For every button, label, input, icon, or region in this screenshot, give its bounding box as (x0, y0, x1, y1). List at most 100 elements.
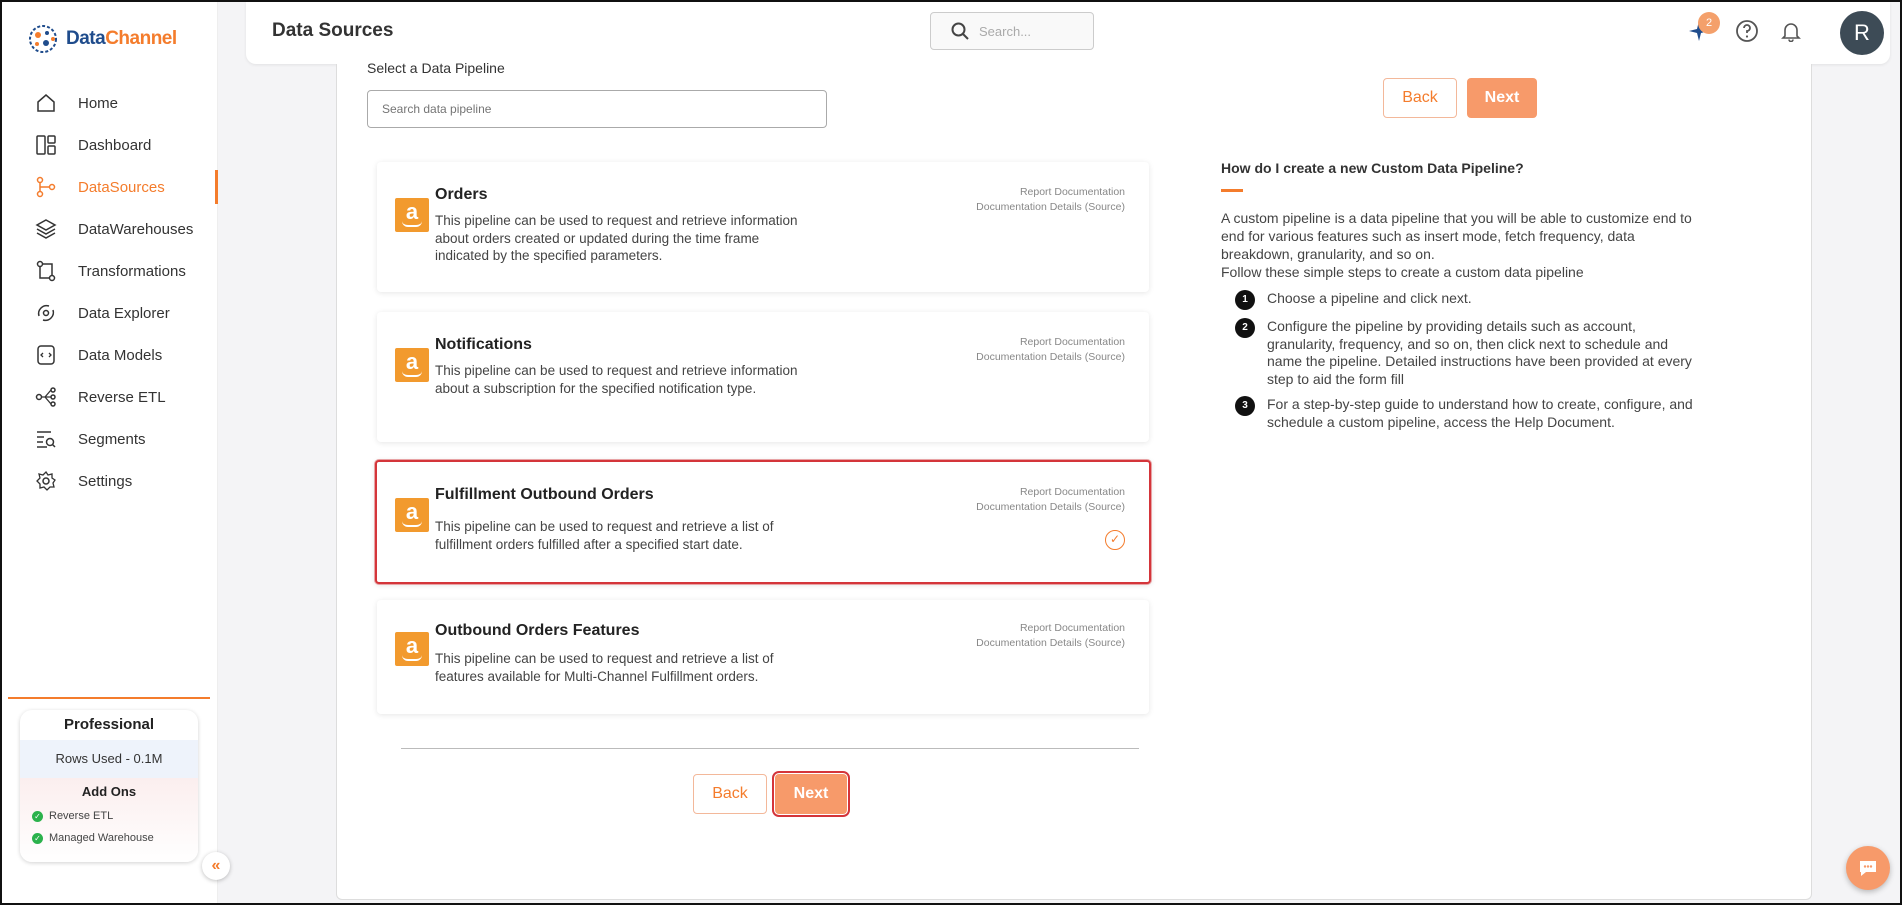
chat-support-button[interactable] (1846, 846, 1890, 890)
pipeline-description: This pipeline can be used to request and… (435, 651, 774, 684)
sidebar-nav: Home Dashboard DataSources DataWarehouse… (2, 82, 218, 502)
notification-badge: 2 (1698, 12, 1720, 34)
sidebar-item-home[interactable]: Home (2, 82, 218, 124)
help-title: How do I create a new Custom Data Pipeli… (1221, 160, 1524, 176)
sidebar-item-label: Settings (78, 472, 133, 490)
report-documentation-link[interactable]: Report Documentation (1020, 186, 1125, 198)
chat-icon (1860, 861, 1876, 876)
pipeline-card-fulfillment-outbound-orders[interactable]: a Fulfillment Outbound Orders This pipel… (375, 460, 1151, 584)
amazon-logo-icon: a (395, 498, 429, 532)
sidebar-item-transformations[interactable]: Transformations (2, 250, 218, 292)
check-circle-icon: ✓ (32, 810, 43, 822)
help-step: 1 Choose a pipeline and click next. (1235, 290, 1705, 310)
search-icon (951, 22, 969, 40)
brand-name-part1: Data (66, 28, 106, 49)
sidebar-item-datasources[interactable]: DataSources (2, 166, 218, 208)
header-search-input[interactable]: Search... (930, 12, 1094, 50)
step-text: Configure the pipeline by providing deta… (1267, 318, 1692, 387)
user-avatar[interactable]: R (1840, 11, 1884, 55)
sidebar-item-reverse-etl[interactable]: Reverse ETL (2, 376, 218, 418)
report-documentation-link[interactable]: Report Documentation (1020, 336, 1125, 348)
sidebar-divider (8, 697, 210, 699)
pipeline-description: This pipeline can be used to request and… (435, 363, 798, 396)
models-icon (34, 343, 58, 367)
amazon-logo-icon: a (395, 632, 429, 666)
pipeline-name: Outbound Orders Features (435, 622, 640, 639)
sidebar-item-label: Dashboard (78, 136, 152, 154)
sidebar-item-label: Data Explorer (78, 304, 170, 322)
report-documentation-link[interactable]: Report Documentation (1020, 622, 1125, 634)
next-button-top[interactable]: Next (1467, 78, 1537, 118)
gear-icon (34, 469, 58, 493)
sidebar-item-label: Data Models (78, 346, 163, 364)
plan-title: Professional (63, 716, 155, 733)
collapse-sidebar-button[interactable]: « (202, 852, 230, 880)
double-chevron-left-icon: « (211, 857, 221, 874)
rows-used: Rows Used - 0.1M (20, 740, 198, 778)
notifications-button[interactable] (1776, 16, 1806, 46)
main-content-card: Select a Data Pipeline Back Next a Order… (336, 60, 1812, 900)
step-number: 2 (1235, 318, 1255, 338)
back-button-top[interactable]: Back (1383, 78, 1457, 118)
pipeline-card-orders[interactable]: a Orders This pipeline can be used to re… (377, 162, 1149, 292)
brand-name-part2: Channel (105, 28, 177, 49)
addon-label: Managed Warehouse (49, 832, 154, 844)
sidebar-item-label: Home (78, 94, 119, 112)
back-button-bottom[interactable]: Back (693, 774, 767, 814)
documentation-details-link[interactable]: Documentation Details (Source) (976, 351, 1125, 363)
dashboard-icon (34, 133, 58, 157)
addons-section: Add Ons ✓ Reverse ETL ✓ Managed Warehous… (20, 778, 198, 862)
bell-icon (1781, 23, 1801, 42)
help-intro-text-2: Follow these simple steps to create a cu… (1221, 264, 1584, 280)
addons-title: Add Ons (81, 784, 137, 799)
help-button[interactable] (1732, 16, 1762, 46)
explorer-icon (34, 301, 58, 325)
step-text: For a step-by-step guide to understand h… (1267, 396, 1693, 430)
reverse-etl-icon (34, 385, 58, 409)
pipeline-card-notifications[interactable]: a Notifications This pipeline can be use… (377, 312, 1149, 442)
divider (401, 748, 1139, 749)
select-pipeline-label: Select a Data Pipeline (367, 60, 505, 76)
home-icon (34, 91, 58, 115)
addon-item: ✓ Reverse ETL (20, 805, 198, 827)
pipeline-description: This pipeline can be used to request and… (435, 519, 774, 552)
help-step: 2 Configure the pipeline by providing de… (1235, 318, 1705, 388)
documentation-details-link[interactable]: Documentation Details (Source) (976, 501, 1125, 513)
sidebar-item-segments[interactable]: Segments (2, 418, 218, 460)
step-number: 3 (1235, 396, 1255, 416)
layers-icon (34, 217, 58, 241)
sidebar-item-label: Segments (78, 430, 146, 448)
sidebar-item-dashboard[interactable]: Dashboard (2, 124, 218, 166)
documentation-details-link[interactable]: Documentation Details (Source) (976, 637, 1125, 649)
sidebar-item-data-explorer[interactable]: Data Explorer (2, 292, 218, 334)
amazon-logo-icon: a (395, 348, 429, 382)
datasources-icon (34, 175, 58, 199)
pipeline-search-input[interactable] (367, 90, 827, 128)
sidebar-item-label: DataWarehouses (78, 220, 194, 238)
sidebar: DataChannel Home Dashboard DataSources D… (2, 2, 218, 903)
pipeline-name: Notifications (435, 336, 532, 353)
help-step: 3 For a step-by-step guide to understand… (1235, 396, 1705, 431)
report-documentation-link[interactable]: Report Documentation (1020, 486, 1125, 498)
sidebar-item-data-models[interactable]: Data Models (2, 334, 218, 376)
check-circle-icon: ✓ (32, 832, 43, 844)
pipeline-card-outbound-orders-features[interactable]: a Outbound Orders Features This pipeline… (377, 600, 1149, 714)
page-title: Data Sources (272, 20, 394, 41)
help-circle-icon (1736, 20, 1758, 42)
brand-logo[interactable]: DataChannel (26, 22, 177, 56)
next-button-bottom[interactable]: Next (772, 771, 850, 817)
top-header: Data Sources Search... 2 R (246, 2, 1890, 64)
amazon-logo-icon: a (395, 198, 429, 232)
help-intro-text: A custom pipeline is a data pipeline tha… (1221, 210, 1692, 262)
pipeline-name: Fulfillment Outbound Orders (435, 486, 654, 503)
pipeline-name: Orders (435, 186, 488, 203)
search-placeholder: Search... (979, 23, 1032, 39)
sidebar-item-datawarehouses[interactable]: DataWarehouses (2, 208, 218, 250)
documentation-details-link[interactable]: Documentation Details (Source) (976, 201, 1125, 213)
addon-label: Reverse ETL (49, 810, 114, 822)
addon-item: ✓ Managed Warehouse (20, 827, 198, 849)
sidebar-item-settings[interactable]: Settings (2, 460, 218, 502)
selected-check-icon: ✓ (1105, 530, 1125, 550)
sidebar-item-label: Transformations (78, 262, 186, 280)
sidebar-item-label: Reverse ETL (78, 388, 166, 406)
